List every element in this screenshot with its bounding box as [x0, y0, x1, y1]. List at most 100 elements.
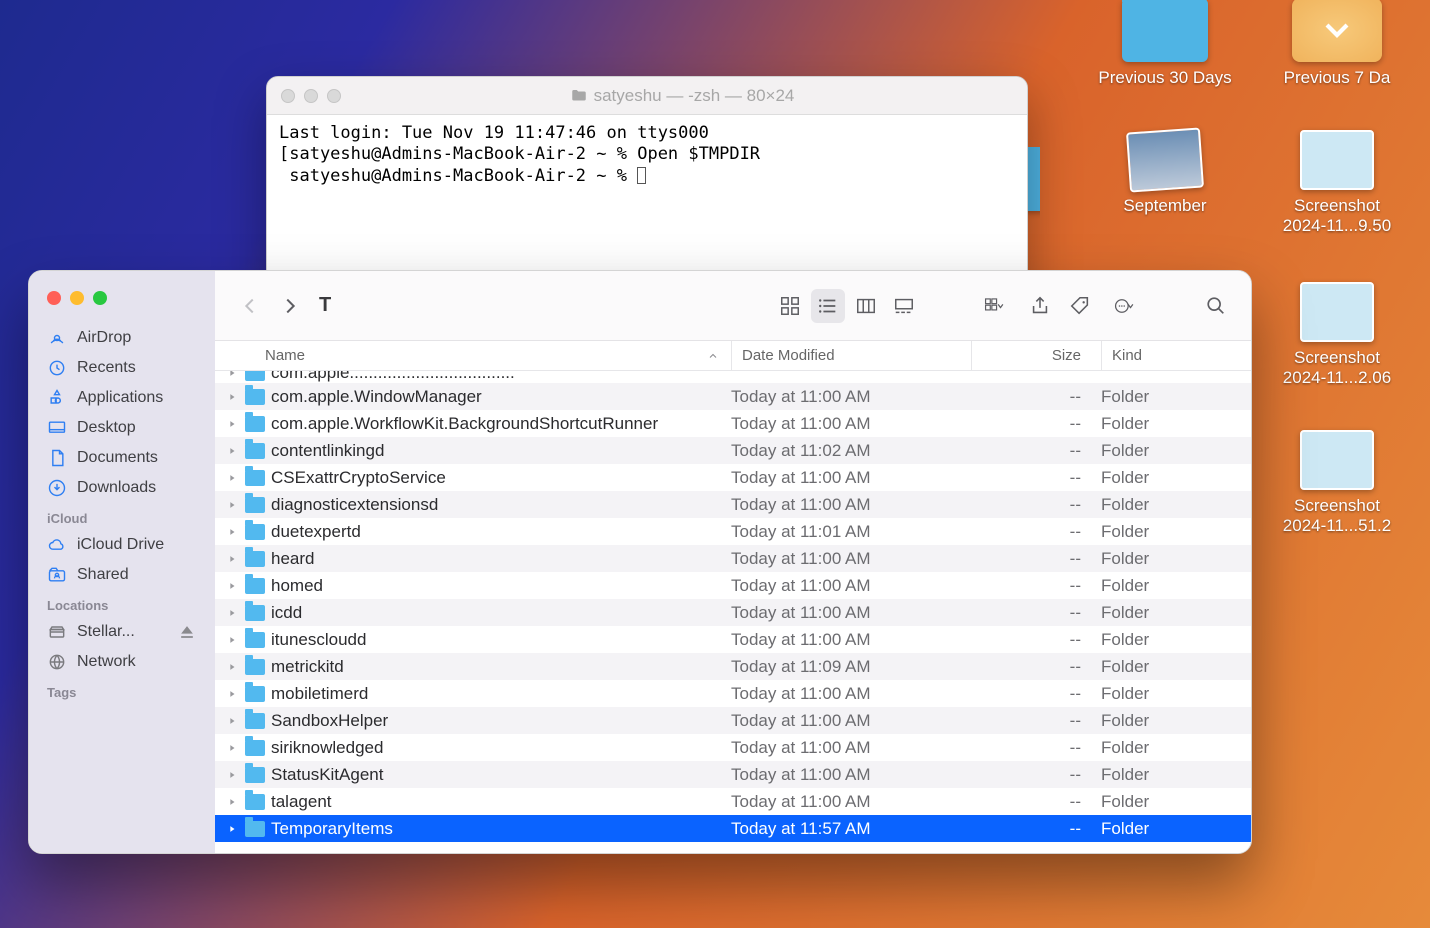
terminal-titlebar[interactable]: satyeshu — -zsh — 80×24: [267, 77, 1027, 115]
traffic-minimize[interactable]: [304, 89, 318, 103]
file-row[interactable]: com.apple...............................…: [215, 371, 1251, 383]
disclosure-triangle[interactable]: [225, 716, 239, 726]
sidebar-item-recents[interactable]: Recents: [29, 353, 215, 383]
file-kind: Folder: [1101, 603, 1251, 623]
disclosure-triangle[interactable]: [225, 581, 239, 591]
column-header-kind[interactable]: Kind: [1101, 341, 1251, 370]
disclosure-triangle[interactable]: [225, 689, 239, 699]
disclosure-triangle[interactable]: [225, 371, 239, 378]
disclosure-triangle[interactable]: [225, 446, 239, 456]
disclosure-triangle[interactable]: [225, 770, 239, 780]
traffic-zoom[interactable]: [327, 89, 341, 103]
chevron-right-icon: [279, 295, 301, 317]
file-row[interactable]: siriknowledgedToday at 11:00 AM--Folder: [215, 734, 1251, 761]
view-columns-button[interactable]: [849, 289, 883, 323]
file-row[interactable]: duetexpertdToday at 11:01 AM--Folder: [215, 518, 1251, 545]
disclosure-triangle[interactable]: [225, 635, 239, 645]
eject-icon[interactable]: [177, 622, 197, 642]
desktop-item[interactable]: September: [1090, 130, 1240, 216]
apps-icon: [47, 388, 67, 408]
traffic-minimize[interactable]: [70, 291, 84, 305]
desktop-item[interactable]: Screenshot2024-11...51.2: [1262, 430, 1412, 536]
grid-group-icon: [984, 295, 1006, 317]
disclosure-triangle[interactable]: [225, 473, 239, 483]
traffic-close[interactable]: [47, 291, 61, 305]
nav-forward-button[interactable]: [273, 289, 307, 323]
file-row[interactable]: com.apple.WindowManagerToday at 11:00 AM…: [215, 383, 1251, 410]
tags-button[interactable]: [1063, 289, 1097, 323]
file-row[interactable]: CSExattrCryptoServiceToday at 11:00 AM--…: [215, 464, 1251, 491]
sidebar-item-network[interactable]: Network: [29, 647, 215, 677]
file-kind: Folder: [1101, 684, 1251, 704]
screenshot-thumb-icon: [1300, 430, 1374, 490]
sidebar-item-downloads[interactable]: Downloads: [29, 473, 215, 503]
sidebar-item-icloud-drive[interactable]: iCloud Drive: [29, 530, 215, 560]
traffic-zoom[interactable]: [93, 291, 107, 305]
file-kind: Folder: [1101, 468, 1251, 488]
finder-window[interactable]: AirDropRecentsApplicationsDesktopDocumen…: [28, 270, 1252, 854]
file-row[interactable]: StatusKitAgentToday at 11:00 AM--Folder: [215, 761, 1251, 788]
file-row[interactable]: homedToday at 11:00 AM--Folder: [215, 572, 1251, 599]
disclosure-triangle[interactable]: [225, 500, 239, 510]
clock-icon: [47, 358, 67, 378]
sidebar-item-documents[interactable]: Documents: [29, 443, 215, 473]
disclosure-triangle[interactable]: [225, 419, 239, 429]
sidebar-item-airdrop[interactable]: AirDrop: [29, 323, 215, 353]
file-size: --: [971, 792, 1101, 812]
file-row[interactable]: SandboxHelperToday at 11:00 AM--Folder: [215, 707, 1251, 734]
file-row[interactable]: itunesclouddToday at 11:00 AM--Folder: [215, 626, 1251, 653]
file-row[interactable]: metrickitdToday at 11:09 AM--Folder: [215, 653, 1251, 680]
desktop-item-label: Screenshot2024-11...9.50: [1262, 196, 1412, 236]
share-button[interactable]: [1023, 289, 1057, 323]
disclosure-triangle[interactable]: [225, 527, 239, 537]
file-row[interactable]: diagnosticextensionsdToday at 11:00 AM--…: [215, 491, 1251, 518]
desktop-item[interactable]: Screenshot2024-11...2.06: [1262, 282, 1412, 388]
view-list-button[interactable]: [811, 289, 845, 323]
action-button[interactable]: [1103, 289, 1147, 323]
desktop-item[interactable]: Previous 7 Da: [1262, 0, 1412, 88]
file-kind: Folder: [1101, 387, 1251, 407]
desktop-item[interactable]: Previous 30 Days: [1090, 0, 1240, 88]
sidebar-item-applications[interactable]: Applications: [29, 383, 215, 413]
file-kind: Folder: [1101, 549, 1251, 569]
desktop-item[interactable]: Screenshot2024-11...9.50: [1262, 130, 1412, 236]
file-row[interactable]: icddToday at 11:00 AM--Folder: [215, 599, 1251, 626]
disclosure-triangle[interactable]: [225, 662, 239, 672]
disclosure-triangle[interactable]: [225, 608, 239, 618]
file-list[interactable]: com.apple...............................…: [215, 371, 1251, 853]
nav-back-button[interactable]: [233, 289, 267, 323]
file-row[interactable]: mobiletimerdToday at 11:00 AM--Folder: [215, 680, 1251, 707]
file-row[interactable]: TemporaryItemsToday at 11:57 AM--Folder: [215, 815, 1251, 842]
file-date: Today at 11:00 AM: [731, 387, 971, 407]
sidebar-item-desktop[interactable]: Desktop: [29, 413, 215, 443]
file-kind: Folder: [1101, 657, 1251, 677]
file-size: --: [971, 441, 1101, 461]
sidebar-item-stellar-[interactable]: Stellar...: [29, 617, 215, 647]
file-row[interactable]: talagentToday at 11:00 AM--Folder: [215, 788, 1251, 815]
sidebar-item-shared[interactable]: Shared: [29, 560, 215, 590]
disclosure-triangle[interactable]: [225, 743, 239, 753]
view-icons-button[interactable]: [773, 289, 807, 323]
terminal-body[interactable]: Last login: Tue Nov 19 11:47:46 on ttys0…: [267, 115, 1027, 195]
file-row[interactable]: com.apple.WorkflowKit.BackgroundShortcut…: [215, 410, 1251, 437]
file-date: Today at 11:09 AM: [731, 657, 971, 677]
file-kind: Folder: [1101, 630, 1251, 650]
disclosure-triangle[interactable]: [225, 554, 239, 564]
group-button[interactable]: [973, 289, 1017, 323]
traffic-close[interactable]: [281, 89, 295, 103]
file-row[interactable]: heardToday at 11:00 AM--Folder: [215, 545, 1251, 572]
folder-icon: [245, 794, 265, 810]
search-button[interactable]: [1199, 289, 1233, 323]
file-row[interactable]: contentlinkingdToday at 11:02 AM--Folder: [215, 437, 1251, 464]
disclosure-triangle[interactable]: [225, 797, 239, 807]
column-header-size[interactable]: Size: [971, 341, 1101, 370]
folder-icon: [245, 416, 265, 432]
folder-icon: [245, 524, 265, 540]
disclosure-triangle[interactable]: [225, 392, 239, 402]
sidebar-item-label: Shared: [77, 566, 129, 584]
disclosure-triangle[interactable]: [225, 824, 239, 834]
column-header-date[interactable]: Date Modified: [731, 341, 971, 370]
column-header-name[interactable]: Name: [215, 347, 731, 364]
view-gallery-button[interactable]: [887, 289, 921, 323]
file-size: --: [971, 495, 1101, 515]
